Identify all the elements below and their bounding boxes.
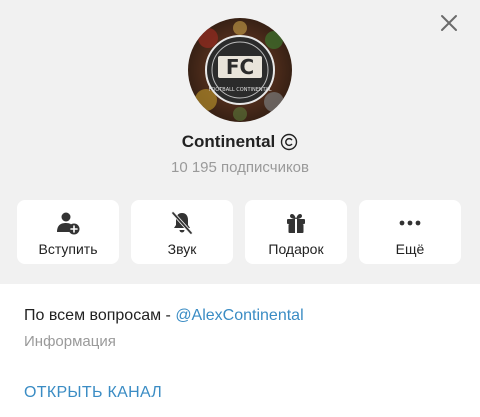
copyright-icon xyxy=(281,133,298,151)
more-dots-icon xyxy=(399,220,421,226)
join-button[interactable]: Вступить xyxy=(17,200,119,264)
channel-info-section: По всем вопросам - @AlexContinental Инфо… xyxy=(0,284,480,417)
channel-header: FC FOOTBALL CONTINENTAL Continental 10 1… xyxy=(0,0,480,284)
avatar-initials: FC xyxy=(226,55,254,79)
description-text: По всем вопросам - xyxy=(24,307,176,324)
join-label: Вступить xyxy=(38,241,98,257)
channel-avatar[interactable]: FC FOOTBALL CONTINENTAL xyxy=(188,18,292,122)
avatar-ring-text: FOOTBALL CONTINENTAL xyxy=(208,87,271,93)
channel-name: Continental xyxy=(181,132,276,151)
subscriber-count: 10 195 подписчиков xyxy=(170,159,309,176)
contact-link[interactable]: @AlexContinental xyxy=(175,307,303,324)
description-label: Информация xyxy=(24,333,116,350)
channel-info-panel: FC FOOTBALL CONTINENTAL Continental 10 1… xyxy=(0,0,480,417)
gift-button[interactable]: Подарок xyxy=(245,200,347,264)
more-label: Ещё xyxy=(395,241,425,257)
more-button[interactable]: Ещё xyxy=(359,200,461,264)
action-buttons: Вступить Звук Подарок Ещё xyxy=(17,200,461,264)
bell-muted-icon xyxy=(171,211,193,235)
channel-description: По всем вопросам - @AlexContinental xyxy=(24,307,304,325)
channel-title-row: Continental xyxy=(0,132,480,152)
sound-label: Звук xyxy=(167,241,197,257)
sound-button[interactable]: Звук xyxy=(131,200,233,264)
user-add-icon xyxy=(57,212,80,235)
gift-label: Подарок xyxy=(268,241,324,257)
close-icon[interactable] xyxy=(438,12,460,34)
open-channel-button[interactable]: ОТКРЫТЬ КАНАЛ xyxy=(24,384,162,402)
gift-icon xyxy=(287,214,305,233)
